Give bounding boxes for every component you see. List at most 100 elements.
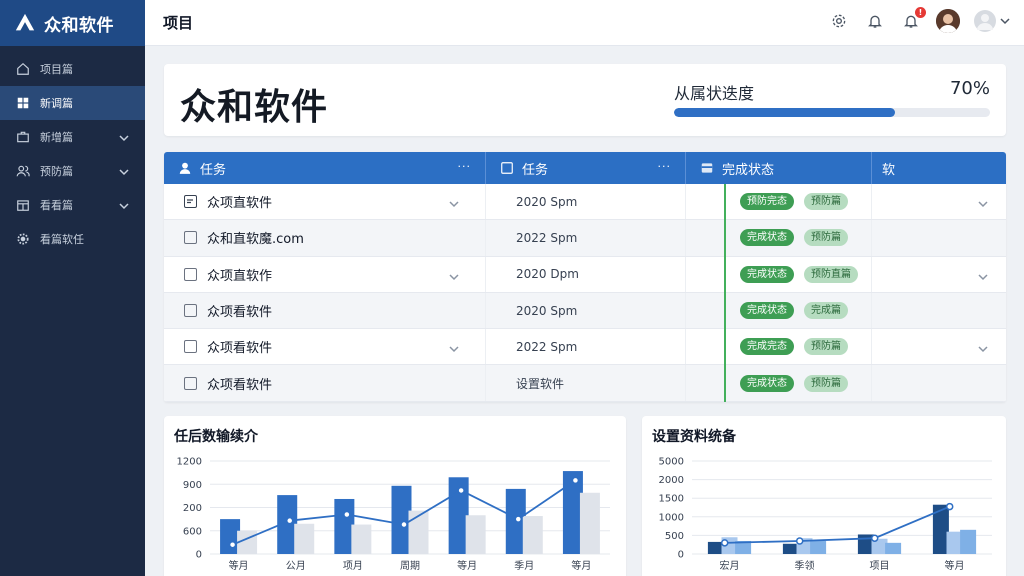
sidebar-item-label: 新调篇: [40, 97, 73, 110]
table-row[interactable]: 众项看软件 2022 Spm 完成完态 预防篇: [164, 329, 1006, 366]
y-tick-label: 0: [196, 550, 202, 561]
status-cell: 预防完态 预防篇: [686, 184, 872, 220]
chevron-down-icon[interactable]: [449, 270, 459, 280]
column-menu-icon[interactable]: ···: [658, 160, 672, 173]
sidebar-item-6[interactable]: 看篇软任: [0, 222, 145, 256]
table-body: 众项直软件 2020 Spm 预防完态 预防篇众和直软魔.com 2022 Spm 完成状…: [164, 184, 1006, 402]
sidebar-item-1[interactable]: 项目篇: [0, 52, 145, 86]
task-name: 众项直软作: [207, 268, 273, 284]
trend-point: [457, 486, 465, 495]
chevron-down-icon[interactable]: [449, 342, 459, 353]
category-badge: 预防篇: [804, 338, 848, 356]
x-tick-label: 等月: [571, 559, 591, 572]
task-name: 众和直软魔.com: [207, 232, 304, 248]
sidebar-item-5[interactable]: 看看篇: [0, 188, 145, 222]
status-badge: 完成状态: [740, 302, 794, 320]
row-checkbox[interactable]: [184, 340, 197, 354]
x-tick-label: 季领: [795, 559, 815, 572]
sidebar-item-label: 看看篇: [40, 199, 73, 212]
date-cell: 2020 Spm: [486, 292, 686, 329]
left-chart-title: 任后数输续介: [174, 429, 258, 445]
chevron-down-icon[interactable]: [978, 197, 988, 208]
chevron-down-icon[interactable]: [119, 132, 129, 142]
action-cell: [872, 220, 1006, 255]
task-name: 众项看软件: [207, 341, 273, 357]
x-tick-label: 项月: [343, 560, 363, 572]
status-badge: 预防完态: [740, 193, 794, 211]
bar: [810, 540, 827, 554]
table-row[interactable]: 众项直软件 2020 Spm 预防完态 预防篇: [164, 184, 1006, 221]
task-name: 众项看软件: [207, 377, 273, 393]
sidebar-item-3[interactable]: 新增篇: [0, 120, 145, 154]
chevron-down-icon[interactable]: [978, 342, 988, 353]
bar: [579, 492, 600, 554]
status-cell: 完成状态 完成篇: [686, 292, 872, 329]
sidebar-item-4[interactable]: 预防篇: [0, 154, 145, 188]
trend-line: [724, 505, 951, 544]
action-cell: [872, 257, 1006, 292]
column-menu-icon[interactable]: ···: [458, 160, 472, 173]
brand[interactable]: 众和软件: [0, 0, 145, 46]
trend-point: [571, 476, 580, 485]
column-header-label: 软: [882, 162, 896, 178]
y-tick-label: 1200: [177, 457, 202, 468]
chevron-down-icon[interactable]: [119, 166, 129, 176]
trend-point: [870, 534, 879, 542]
bar: [885, 542, 902, 554]
status-pills: 完成状态 完成篇: [686, 302, 848, 320]
bell-icon[interactable]: [864, 10, 886, 32]
progress-value: 70%: [949, 78, 990, 99]
category-badge: 预防篇: [804, 193, 848, 211]
table-row[interactable]: 众项看软件 设置软件 完成状态 预防篇: [164, 365, 1006, 402]
sidebar-item-label: 看篇软任: [40, 233, 84, 246]
trend-point: [945, 502, 954, 511]
status-cell: 完成状态 预防篇: [686, 365, 872, 401]
table-row[interactable]: 众项看软件 2020 Spm 完成状态 完成篇: [164, 292, 1006, 330]
logo-icon: [15, 13, 35, 31]
chevron-down-icon[interactable]: [1000, 10, 1010, 32]
user-icon: [178, 161, 192, 175]
account-avatar[interactable]: [974, 10, 996, 32]
row-checkbox[interactable]: [184, 376, 197, 390]
x-tick-label: 周期: [400, 560, 420, 572]
trend-point: [514, 515, 523, 523]
status-pills: 预防完态 预防篇: [686, 193, 848, 211]
column-header-3[interactable]: 完成状态: [686, 152, 872, 184]
column-header-label: 任务: [522, 162, 549, 178]
sidebar-item-2[interactable]: 新调篇: [0, 86, 145, 120]
notification-bell-icon[interactable]: !: [900, 7, 926, 32]
task-date: 设置软件: [516, 376, 565, 391]
gear-icon: [16, 232, 30, 246]
date-cell: 2022 Spm: [486, 329, 686, 365]
row-checkbox[interactable]: [184, 304, 197, 318]
task-date: 2022 Spm: [516, 230, 578, 245]
sidebar-item-label: 预防篇: [40, 165, 73, 178]
status-divider-line: [724, 184, 726, 402]
y-tick-label: 900: [183, 480, 202, 491]
task-table: 任务 ··· 任务 ··· 完成状态软 众项直软件 2020 Spm 预防完态 预防篇 众和直软…: [164, 152, 1006, 402]
chevron-down-icon[interactable]: [978, 270, 988, 280]
column-header-label: 任务: [200, 162, 227, 178]
x-tick-label: 等月: [945, 559, 965, 572]
settings-icon[interactable]: [828, 10, 850, 32]
project-summary-card: 众和软件 从属状迭度 70%: [164, 64, 1006, 136]
date-cell: 2022 Spm: [486, 220, 686, 256]
chevron-down-icon[interactable]: [119, 200, 129, 210]
document-icon[interactable]: [184, 195, 197, 209]
table-row[interactable]: 众项直软作 2020 Dpm 完成状态 预防直篇: [164, 256, 1006, 293]
column-header-1[interactable]: 任务 ···: [164, 152, 486, 184]
sidebar-item-label: 新增篇: [40, 131, 73, 144]
action-cell: [872, 329, 1006, 364]
table-row[interactable]: 众和直软魔.com 2022 Spm 完成状态 预防篇: [164, 220, 1006, 257]
bar: [408, 510, 429, 554]
column-header-4[interactable]: 软: [872, 152, 1006, 184]
left-chart-card: 1200 900 200 600 0 等月 公月 项月 周期 等月 季月 等月 任后数输续介: [164, 416, 626, 576]
category-badge: 预防直篇: [804, 265, 858, 283]
column-header-2[interactable]: 任务 ···: [486, 152, 686, 184]
trend-point: [795, 537, 804, 545]
row-checkbox[interactable]: [184, 231, 197, 245]
chevron-down-icon[interactable]: [449, 197, 459, 208]
avatar[interactable]: [936, 9, 960, 33]
row-checkbox[interactable]: [184, 267, 197, 281]
task-date: 2022 Spm: [516, 339, 578, 354]
